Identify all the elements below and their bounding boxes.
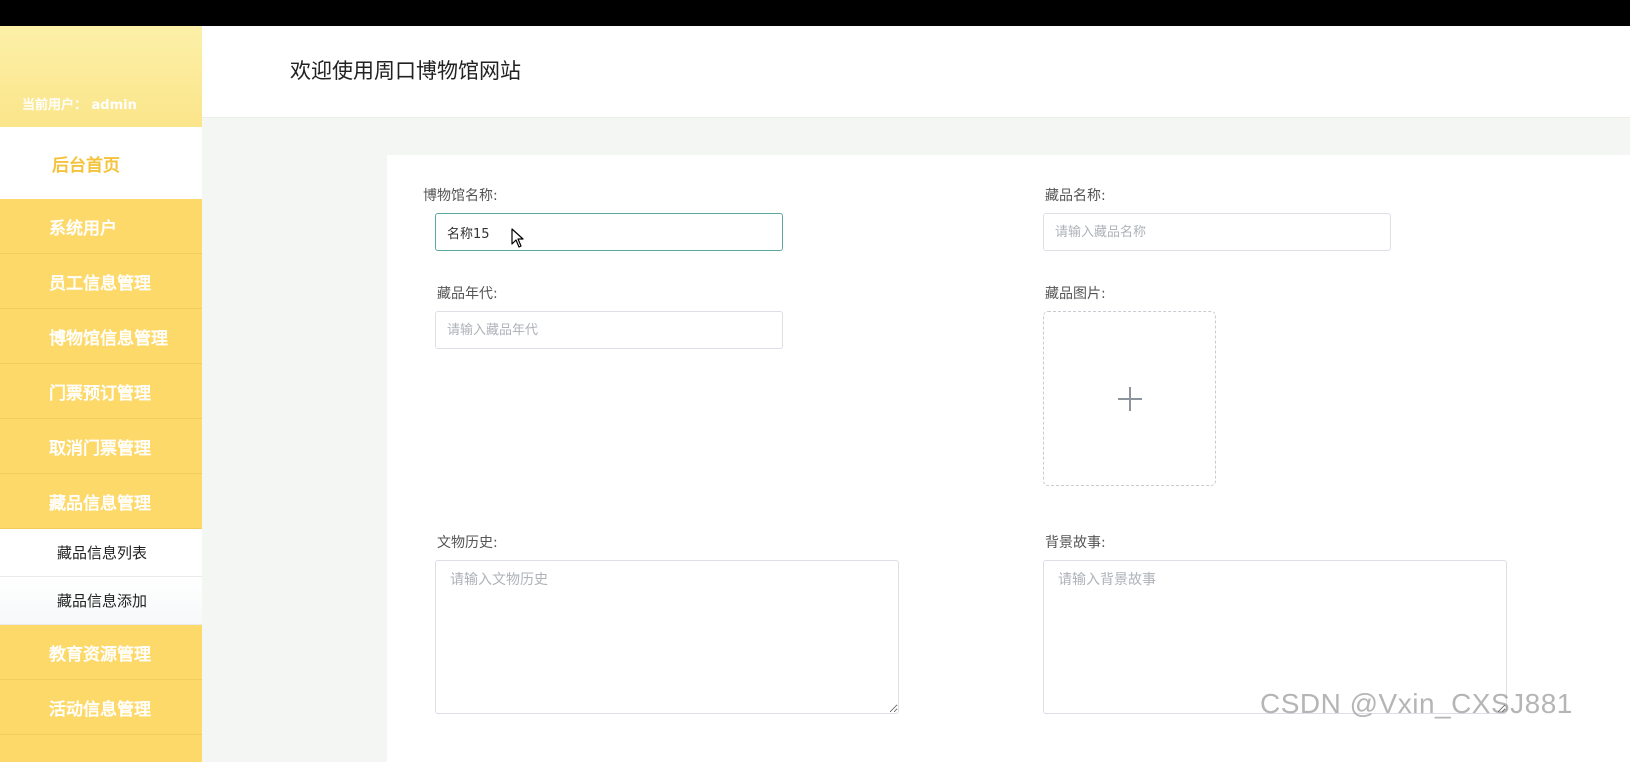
watermark: CSDN @Vxin_CXSJ881 [1260, 688, 1573, 719]
sidebar-item-system-users[interactable]: 系统用户 [0, 199, 202, 254]
image-uploader[interactable] [1043, 311, 1216, 486]
museum-name-label: 博物馆名称: [423, 188, 498, 204]
item-image-label: 藏品图片: [1045, 286, 1106, 302]
page-title: 欢迎使用周口博物馆网站 [290, 59, 521, 83]
submenu-item-collection-add[interactable]: 藏品信息添加 [0, 577, 202, 625]
item-era-label: 藏品年代: [437, 286, 498, 302]
submenu-item-collection-list[interactable]: 藏品信息列表 [0, 529, 202, 577]
sidebar: 当前用户： admin 后台首页 系统用户 员工信息管理 博物馆信息管理 门票预… [0, 26, 202, 762]
history-textarea[interactable] [435, 560, 899, 714]
sidebar-item-ticket-booking[interactable]: 门票预订管理 [0, 364, 202, 419]
sidebar-item-activity[interactable]: 活动信息管理 [0, 680, 202, 735]
mouse-cursor-icon [511, 228, 524, 248]
museum-name-input[interactable] [435, 213, 783, 251]
history-label: 文物历史: [437, 535, 498, 551]
item-era-input[interactable] [435, 311, 783, 349]
plus-icon [1117, 386, 1142, 411]
story-label: 背景故事: [1045, 535, 1106, 551]
item-name-label: 藏品名称: [1045, 188, 1106, 204]
top-black-bar [0, 0, 1630, 26]
sidebar-item-ticket-cancel[interactable]: 取消门票管理 [0, 419, 202, 474]
current-user-label: 当前用户： admin [22, 98, 137, 113]
sidebar-item-staff[interactable]: 员工信息管理 [0, 254, 202, 309]
form-panel: 博物馆名称: 藏品名称: 藏品年代: 藏品图片: 文物历史: 背景故事: [387, 155, 1630, 762]
sidebar-item-education[interactable]: 教育资源管理 [0, 625, 202, 680]
sidebar-item-home[interactable]: 后台首页 [0, 127, 202, 199]
sidebar-item-collection[interactable]: 藏品信息管理 [0, 474, 202, 529]
user-info-box: 当前用户： admin [0, 26, 202, 127]
sidebar-item-museum[interactable]: 博物馆信息管理 [0, 309, 202, 364]
item-name-input[interactable] [1043, 213, 1391, 251]
header: 欢迎使用周口博物馆网站 [202, 26, 1630, 118]
